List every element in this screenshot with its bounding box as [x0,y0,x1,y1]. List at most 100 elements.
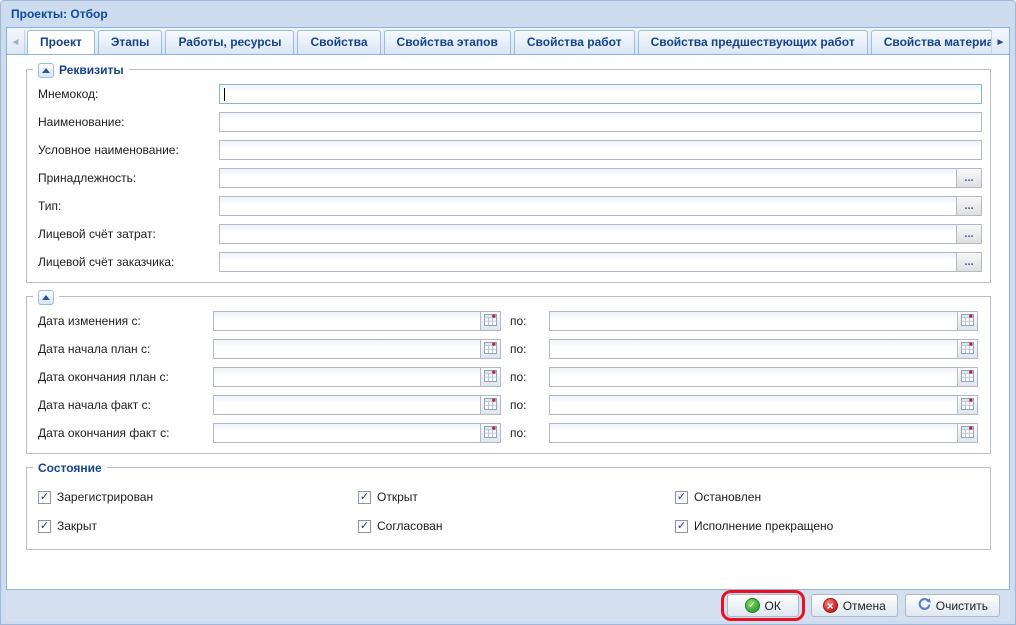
dates-collapse-button[interactable] [38,290,54,305]
requisites-row-1: Наименование: [31,112,982,132]
requisites-input-2[interactable] [219,140,982,160]
date-from-4-input[interactable] [214,424,480,442]
date-row-2: Дата окончания план с:по: [31,367,982,387]
requisites-row-2: Условное наименование: [31,140,982,160]
date-from-2-calendar-button[interactable] [480,368,500,386]
state-checkbox-item-0[interactable]: ✓ Зарегистрирован [38,490,358,504]
calendar-icon [961,425,974,441]
date-from-1-input[interactable] [214,340,480,358]
tab-1[interactable]: Этапы [98,30,163,54]
dates-fieldset: Дата изменения с:по: Дата начала план с:п… [26,296,991,454]
date-to-2 [549,367,978,387]
checkbox-box[interactable]: ✓ [675,520,688,533]
tab-label: Этапы [111,35,150,49]
tab-label: Свойства работ [527,35,622,49]
date-to-2-calendar-button[interactable] [957,368,977,386]
requisites-row-0: Мнемокод: [31,84,982,104]
date-to-4-input[interactable] [550,424,957,442]
tabs-viewport: ПроектЭтапыРаботы, ресурсыСвойстваСвойст… [25,30,991,54]
dates-legend [33,289,59,305]
date-from-3-input[interactable] [214,396,480,414]
cancel-button[interactable]: × Отмена [811,594,898,617]
field-label: Дата окончания план с: [31,370,213,384]
checkbox-box[interactable]: ✓ [38,491,51,504]
requisites-input-4[interactable] [219,196,957,216]
date-from-3-calendar-button[interactable] [480,396,500,414]
date-row-3: Дата начала факт с:по: [31,395,982,415]
tab-scroll-left-button[interactable]: ◄ [7,30,25,54]
field-box: ... [219,224,982,244]
tab-2[interactable]: Работы, ресурсы [165,30,294,54]
checkbox-box[interactable]: ✓ [38,520,51,533]
date-from-1-calendar-button[interactable] [480,340,500,358]
date-from-4 [213,423,501,443]
state-checkbox-item-2[interactable]: ✓ Остановлен [675,490,982,504]
tab-3[interactable]: Свойства [297,30,380,54]
tab-5[interactable]: Свойства работ [514,30,635,54]
date-to-1-calendar-button[interactable] [957,340,977,358]
field-label: Мнемокод: [31,87,219,101]
calendar-icon [484,369,497,385]
date-to-0 [549,311,978,331]
checkbox-label: Открыт [377,490,418,504]
requisites-input-0[interactable] [219,84,982,104]
calendar-icon [484,313,497,329]
requisites-input-3[interactable] [219,168,957,188]
field-label: Наименование: [31,115,219,129]
date-from-0-calendar-button[interactable] [480,312,500,330]
lookup-button-5[interactable]: ... [956,224,982,244]
state-legend-text: Состояние [38,461,102,475]
date-to-2-input[interactable] [550,368,957,386]
date-to-1-input[interactable] [550,340,957,358]
state-checkbox-item-1[interactable]: ✓ Открыт [358,490,675,504]
ok-button-wrapper: ✓ ОК [727,594,799,617]
lookup-button-6[interactable]: ... [956,252,982,272]
date-to-0-input[interactable] [550,312,957,330]
state-checkbox-item-4[interactable]: ✓Согласован [358,519,675,533]
date-from-4-calendar-button[interactable] [480,424,500,442]
state-checkbox-item-5[interactable]: ✓Исполнение прекращено [675,519,982,533]
checkbox-label: Зарегистрирован [57,490,153,504]
checkbox-box[interactable]: ✓ [675,491,688,504]
tab-7[interactable]: Свойства материальных ресурсов [871,30,991,54]
field-box [219,112,982,132]
field-label: Лицевой счёт затрат: [31,227,219,241]
state-checkbox-item-3[interactable]: ✓Закрыт [38,519,358,533]
tab-scroll-right-button[interactable]: ► [991,30,1009,54]
tab-0[interactable]: Проект [27,30,95,54]
lookup-button-4[interactable]: ... [956,196,982,216]
checkbox-box[interactable]: ✓ [358,520,371,533]
calendar-icon [484,341,497,357]
requisites-input-6[interactable] [219,252,957,272]
checkbox-box[interactable]: ✓ [358,491,371,504]
field-box [219,140,982,160]
calendar-icon [961,369,974,385]
date-to-3 [549,395,978,415]
date-to-3-input[interactable] [550,396,957,414]
calendar-icon [484,397,497,413]
date-from-2 [213,367,501,387]
requisites-collapse-button[interactable] [38,63,54,78]
date-row-1: Дата начала план с:по: [31,339,982,359]
date-to-label: по: [501,426,549,440]
clear-button[interactable]: Очистить [905,594,1000,617]
filter-form: Реквизиты Мнемокод: Наименование: Условное… [7,55,1009,589]
date-to-4-calendar-button[interactable] [957,424,977,442]
checkbox-label: Остановлен [694,490,761,504]
date-row-0: Дата изменения с:по: [31,311,982,331]
ok-button[interactable]: ✓ ОК [727,594,799,617]
lookup-button-3[interactable]: ... [956,168,982,188]
date-to-3-calendar-button[interactable] [957,396,977,414]
date-to-label: по: [501,314,549,328]
requisites-fieldset: Реквизиты Мнемокод:Наименование:Условное… [26,69,991,283]
date-from-0-input[interactable] [214,312,480,330]
requisites-input-5[interactable] [219,224,957,244]
requisites-legend: Реквизиты [33,62,129,78]
state-checkbox-grid: ✓ Зарегистрирован ✓ Открыт ✓ Остановлен ✓Закры… [31,482,982,539]
tab-4[interactable]: Свойства этапов [384,30,511,54]
calendar-icon [484,425,497,441]
requisites-input-1[interactable] [219,112,982,132]
date-from-2-input[interactable] [214,368,480,386]
tab-6[interactable]: Свойства предшествующих работ [638,30,868,54]
date-to-0-calendar-button[interactable] [957,312,977,330]
